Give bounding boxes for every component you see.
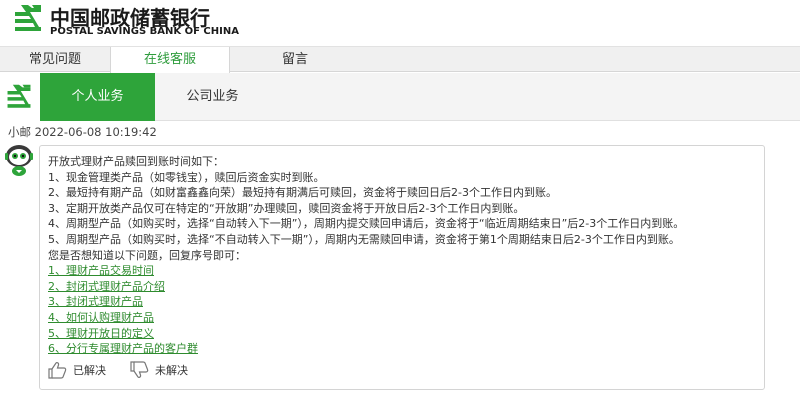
- robot-avatar-icon: [5, 145, 33, 176]
- question-link-closed-products[interactable]: 3、封闭式理财产品: [48, 294, 756, 310]
- message-line: 3、定期开放类产品仅可在特定的“开放期”办理赎回，赎回资金将于开放日后2-3个工…: [48, 201, 525, 215]
- message-bubble: 开放式理财产品赎回到账时间如下： 1、现金管理类产品（如零钱宝），赎回后资金实时…: [39, 145, 765, 390]
- unsolved-label: 未解决: [155, 364, 188, 377]
- question-link-branch-exclusive[interactable]: 6、分行专属理财产品的客户群: [48, 341, 756, 357]
- business-logo: [0, 73, 40, 121]
- psbc-logo-icon: [15, 5, 41, 31]
- sender-name: 小邮: [8, 125, 31, 139]
- thumbs-up-icon: [48, 362, 67, 379]
- psbc-logo-small-icon: [7, 84, 31, 108]
- message-line: 4、周期型产品（如购买时，选择“自动转入下一期”），周期内提交赎回申请后，资金将…: [48, 217, 685, 231]
- tab-personal-business[interactable]: 个人业务: [40, 73, 155, 121]
- message-line: 5、周期型产品（如购买时，选择“不自动转入下一期”），周期内无需赎回申请，资金将…: [48, 232, 680, 246]
- message-line: 您是否想知道以下问题，回复序号即可：: [48, 248, 246, 262]
- tab-corporate-business[interactable]: 公司业务: [155, 73, 270, 121]
- tab-faq[interactable]: 常见问题: [0, 47, 110, 73]
- header: 中国邮政储蓄银行 POSTAL SAVINGS BANK OF CHINA: [0, 0, 800, 42]
- question-link-open-day[interactable]: 5、理财开放日的定义: [48, 326, 756, 342]
- question-link-trading-hours[interactable]: 1、理财产品交易时间: [48, 263, 756, 279]
- thumbs-down-icon: [130, 361, 149, 378]
- question-link-closed-intro[interactable]: 2、封闭式理财产品介绍: [48, 279, 756, 295]
- brand-name-en: POSTAL SAVINGS BANK OF CHINA: [50, 26, 239, 37]
- message-line: 2、最短持有期产品（如财富鑫鑫向荣）最短持有期满后可赎回，资金将于赎回日后2-3…: [48, 186, 557, 200]
- solved-label: 已解决: [73, 364, 106, 377]
- top-tab-bar: 常见问题 在线客服 留言: [0, 46, 800, 74]
- message-line: 1、现金管理类产品（如零钱宝），赎回后资金实时到账。: [48, 170, 325, 184]
- message-meta: 小邮 2022-06-08 10:19:42: [8, 124, 157, 140]
- message-timestamp: 2022-06-08 10:19:42: [34, 125, 157, 139]
- tab-online-service[interactable]: 在线客服: [110, 47, 230, 74]
- business-tab-bar: 个人业务 公司业务: [0, 73, 800, 121]
- question-link-subscribe[interactable]: 4、如何认购理财产品: [48, 310, 756, 326]
- message-line: 开放式理财产品赎回到账时间如下：: [48, 155, 224, 168]
- tab-leave-message[interactable]: 留言: [240, 47, 350, 73]
